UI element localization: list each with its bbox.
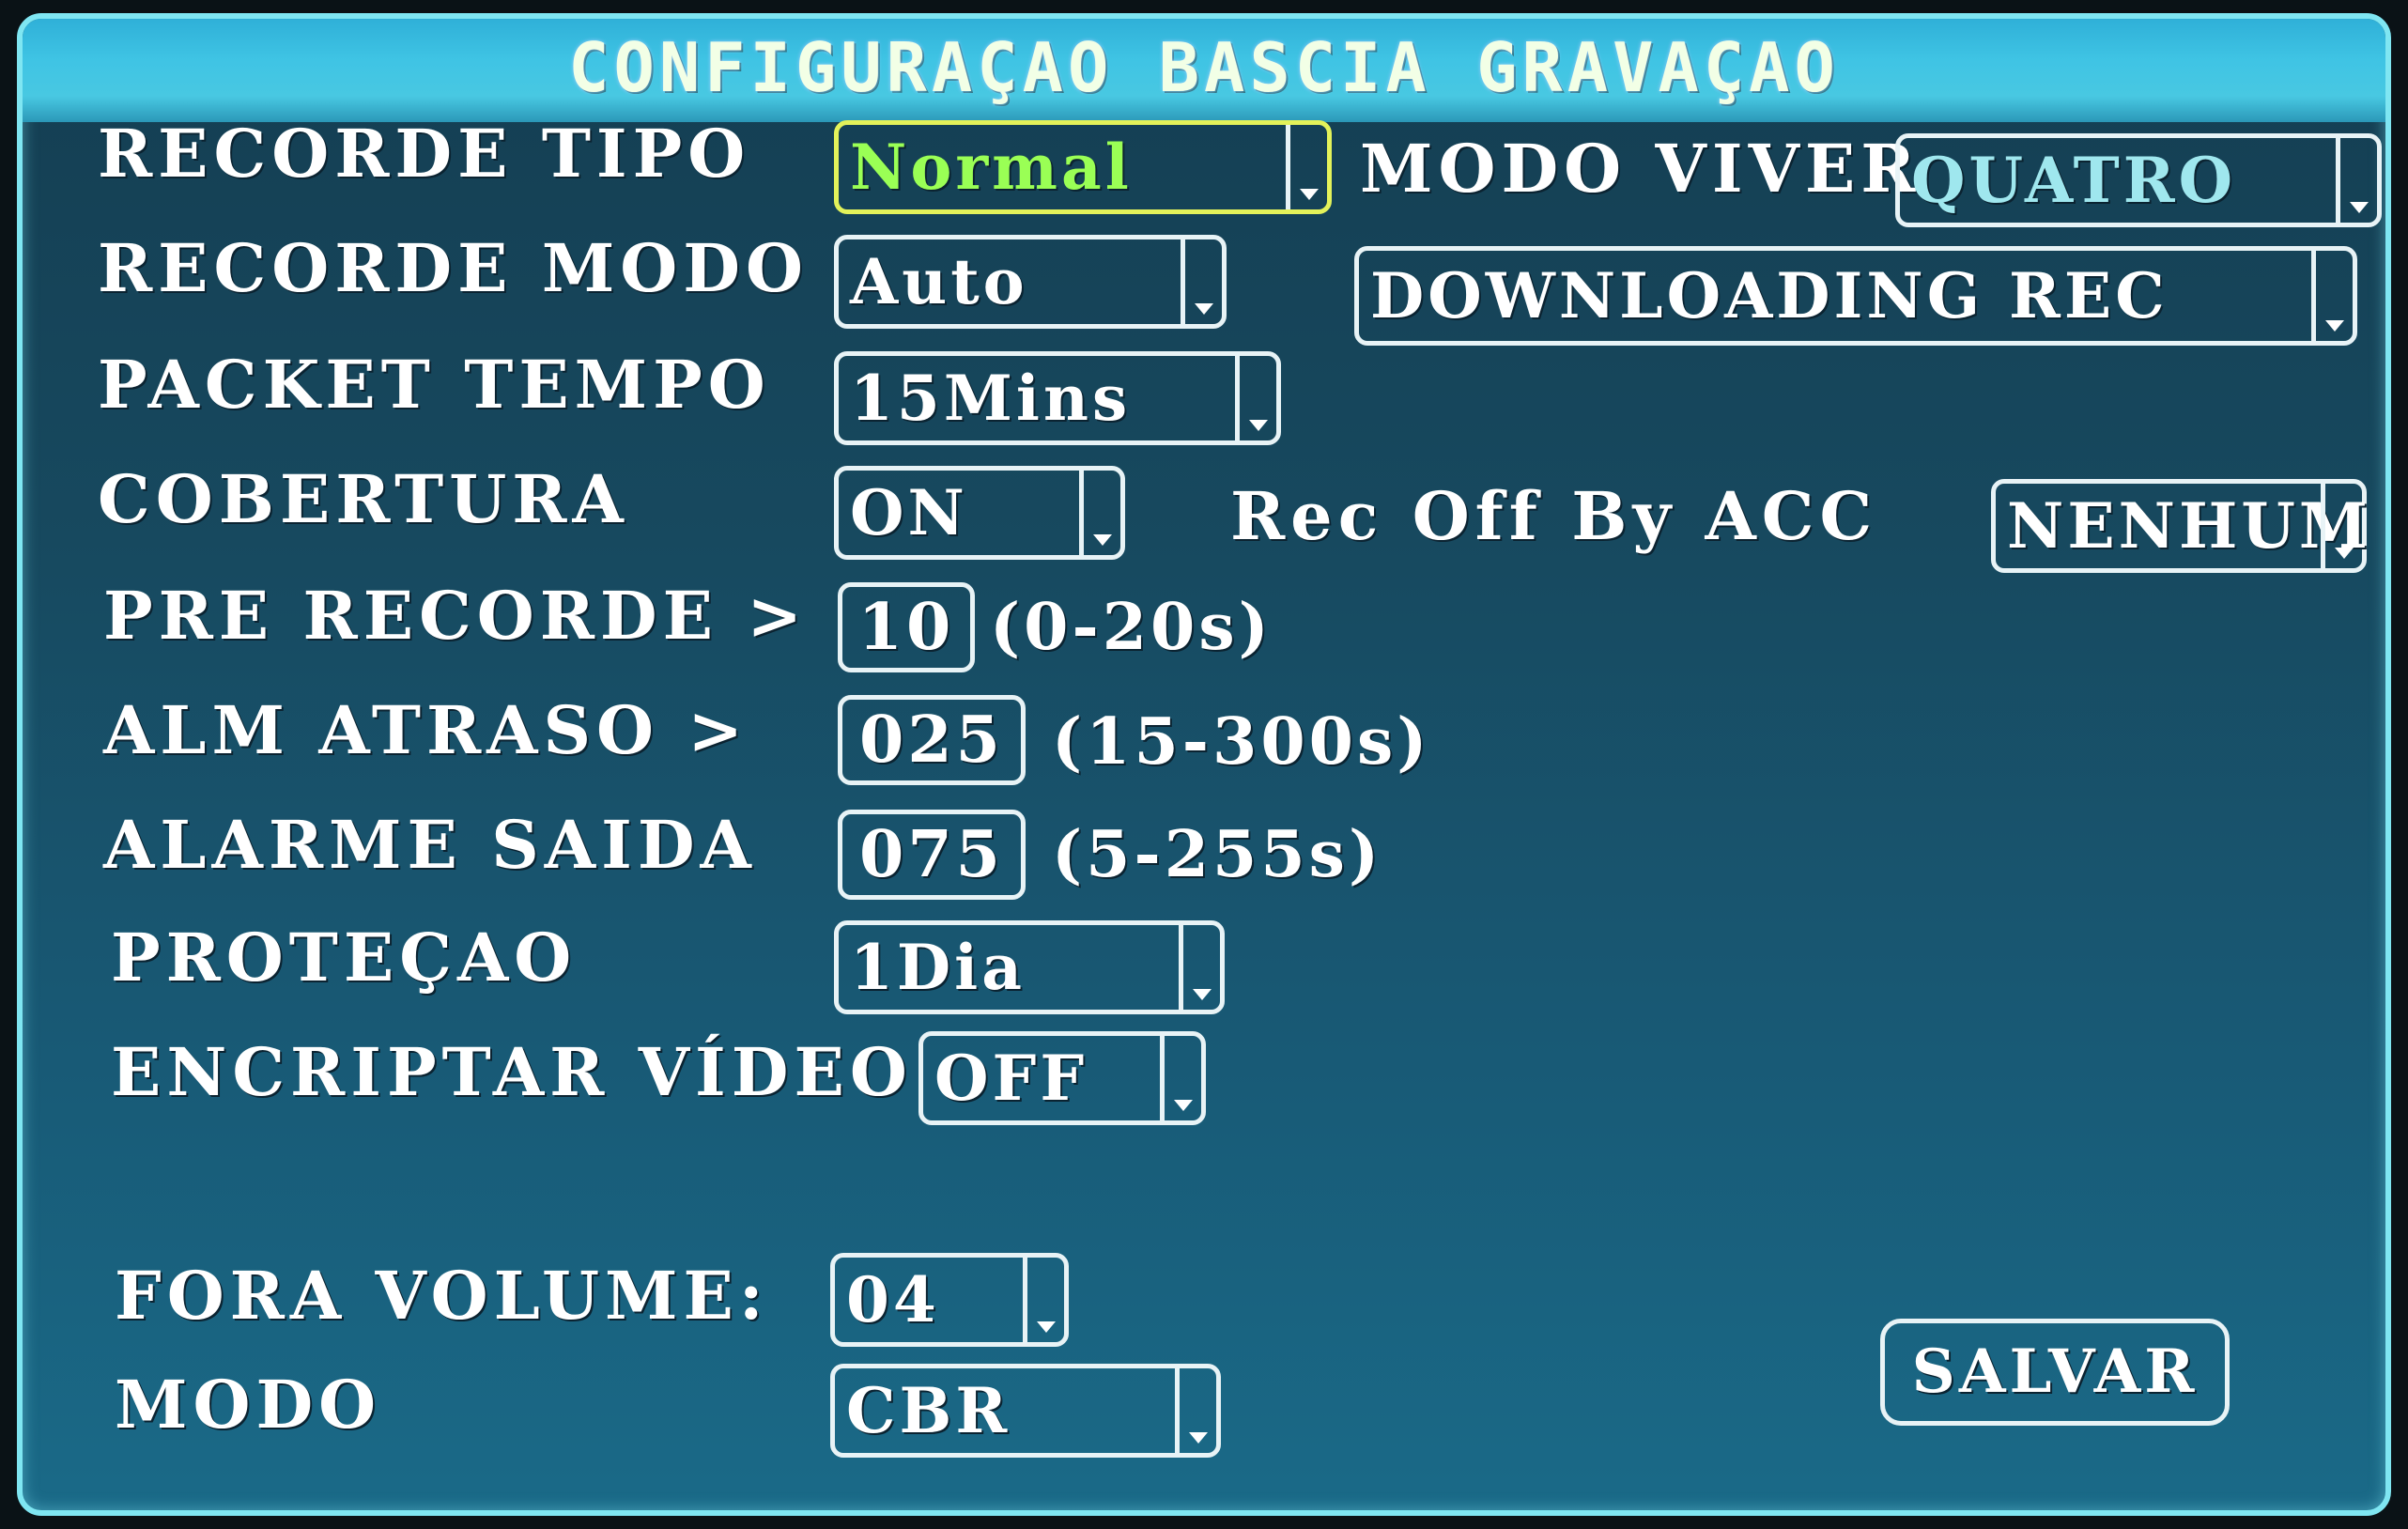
record-type-select[interactable]: Normal xyxy=(834,120,1332,214)
live-mode-select[interactable]: QUATRO xyxy=(1895,133,2382,227)
alarm-delay-input[interactable]: 025 xyxy=(838,695,1026,785)
encrypt-video-select[interactable]: OFF xyxy=(918,1031,1206,1125)
record-mode-label: RECORDE MODO xyxy=(98,229,809,307)
page-title: CONFIGURAÇAO BASCIA GRAVAÇAO xyxy=(568,28,1840,107)
chevron-down-icon xyxy=(1175,1368,1216,1453)
protection-select[interactable]: 1Dia xyxy=(834,920,1225,1014)
chevron-down-icon xyxy=(1160,1036,1201,1120)
chevron-down-icon xyxy=(1181,239,1222,324)
alarm-delay-range: (15-300s) xyxy=(1052,704,1431,780)
chevron-down-icon xyxy=(1179,925,1220,1010)
chevron-down-icon xyxy=(2336,138,2377,223)
title-bar: CONFIGURAÇAO BASCIA GRAVAÇAO xyxy=(23,19,2385,122)
alarm-delay-label: ALM ATRASO > xyxy=(103,691,749,769)
pre-record-input[interactable]: 10 xyxy=(838,582,975,672)
chevron-down-icon xyxy=(1286,125,1327,209)
rec-off-acc-label: Rec Off By ACC xyxy=(1230,477,1878,555)
chevron-down-icon xyxy=(2311,251,2353,341)
save-button[interactable]: SALVAR xyxy=(1880,1319,2230,1426)
out-volume-select[interactable]: 04 xyxy=(830,1253,1069,1347)
pre-record-label: PRE RECORDE > xyxy=(103,577,809,655)
alarm-out-input[interactable]: 075 xyxy=(838,810,1026,900)
protection-label: PROTEÇAO xyxy=(111,919,578,996)
mode-label: MODO xyxy=(115,1366,382,1444)
live-mode-label: MODO VIVER xyxy=(1360,130,1922,208)
record-type-label: RECORDE TIPO xyxy=(98,115,751,193)
chevron-down-icon xyxy=(2321,484,2362,568)
chevron-down-icon xyxy=(1235,356,1276,440)
downloading-rec-select[interactable]: DOWNLOADING REC xyxy=(1354,246,2357,346)
encrypt-video-label: ENCRIPTAR VÍDEO xyxy=(111,1033,913,1111)
overwrite-label: COBERTURA xyxy=(98,460,629,538)
packet-time-select[interactable]: 15Mins xyxy=(834,351,1281,445)
alarm-out-range: (5-255s) xyxy=(1052,817,1383,892)
chevron-down-icon xyxy=(1079,471,1120,555)
overwrite-select[interactable]: ON xyxy=(834,466,1125,560)
mode-select[interactable]: CBR xyxy=(830,1364,1221,1458)
pre-record-range: (0-20s) xyxy=(990,590,1273,665)
chevron-down-icon xyxy=(1023,1258,1064,1342)
out-volume-label: FORA VOLUME: xyxy=(115,1257,769,1335)
alarm-out-label: ALARME SAIDA xyxy=(103,806,757,884)
rec-off-acc-select[interactable]: NENHUM xyxy=(1991,479,2368,573)
record-mode-select[interactable]: Auto xyxy=(834,235,1227,329)
packet-time-label: PACKET TEMPO xyxy=(98,346,771,424)
